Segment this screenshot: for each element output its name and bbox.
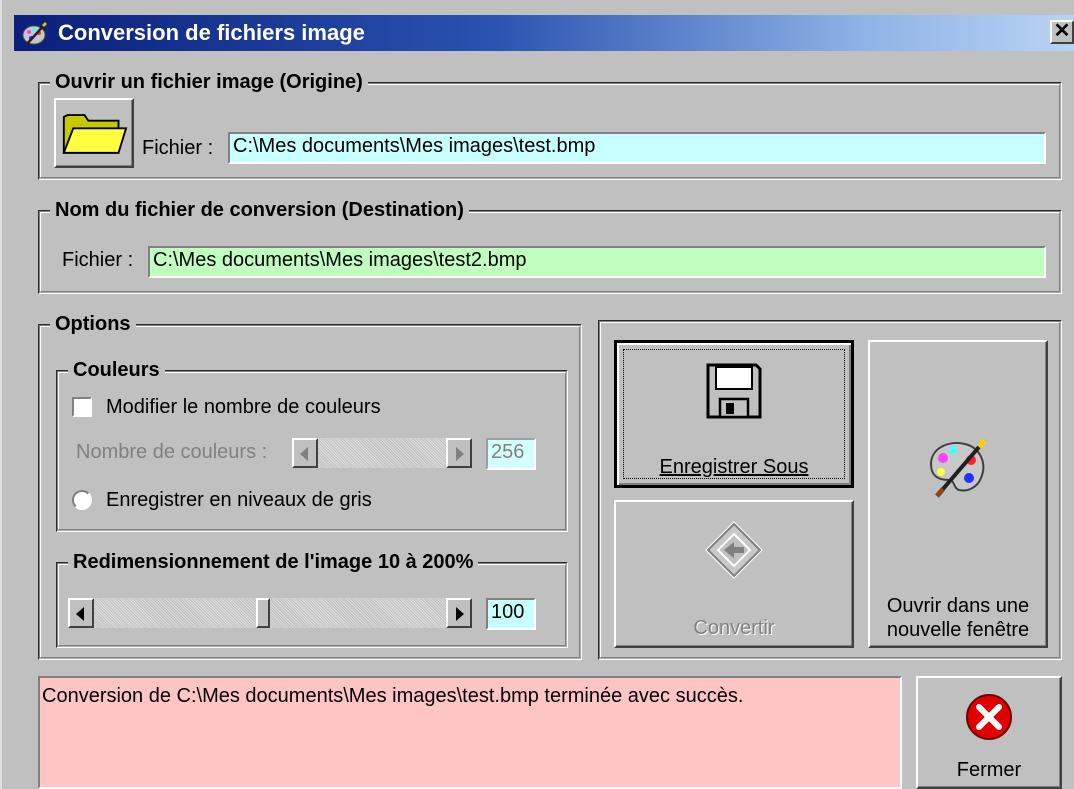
title-bar[interactable]: Conversion de fichiers image ✕ [14, 15, 1074, 51]
fermer-button[interactable]: Fermer [916, 676, 1062, 789]
resize-legend: Redimensionnement de l'image 10 à 200% [68, 550, 479, 574]
grayscale-label[interactable]: Enregistrer en niveaux de gris [106, 488, 372, 512]
color-count-label: Nombre de couleurs : [76, 441, 268, 463]
source-group: Ouvrir un fichier image (Origine) [38, 70, 1062, 180]
close-window-button[interactable]: ✕ [1050, 20, 1074, 44]
color-count-value: 256 [486, 438, 536, 470]
destination-file-input[interactable]: C:\Mes documents\Mes images\test2.bmp [148, 246, 1046, 278]
destination-file-label: Fichier : [62, 249, 134, 271]
palette-brush-icon [929, 438, 987, 498]
convert-button: Convertir [614, 500, 854, 648]
main-window: Conversion de fichiers image ✕ Ouvrir un… [0, 0, 1074, 789]
arrow-right-icon [456, 607, 464, 621]
resize-left-button[interactable] [68, 598, 94, 628]
folder-icon [62, 114, 128, 154]
convert-label: Convertir [693, 617, 775, 639]
arrow-left-icon [300, 447, 308, 461]
close-icon: ✕ [1053, 20, 1071, 42]
floppy-disk-icon [706, 363, 762, 419]
open-file-button[interactable] [54, 98, 134, 168]
arrow-left-icon [76, 607, 84, 621]
open-new-window-label-line1: Ouvrir dans une [886, 595, 1030, 617]
save-as-label: Enregistrer Sous [659, 456, 809, 478]
palette-icon [22, 21, 48, 45]
close-circle-icon [966, 694, 1012, 740]
color-count-left-button[interactable] [292, 438, 318, 468]
source-legend: Ouvrir un fichier image (Origine) [50, 70, 368, 94]
resize-slider-thumb[interactable] [256, 598, 270, 628]
grayscale-radio[interactable] [72, 490, 92, 510]
open-new-window-label-line2: nouvelle fenêtre [886, 619, 1030, 641]
arrow-right-icon [456, 447, 464, 461]
modify-colors-label[interactable]: Modifier le nombre de couleurs [106, 395, 381, 419]
status-message: Conversion de C:\Mes documents\Mes image… [38, 676, 902, 789]
open-new-window-button[interactable]: Ouvrir dans une nouvelle fenêtre [868, 340, 1048, 648]
resize-right-button[interactable] [446, 598, 472, 628]
source-file-input[interactable]: C:\Mes documents\Mes images\test.bmp [228, 132, 1046, 164]
color-count-slider[interactable] [292, 438, 472, 468]
color-count-right-button[interactable] [446, 438, 472, 468]
resize-value-input[interactable]: 100 [486, 598, 536, 630]
colors-legend: Couleurs [68, 358, 165, 382]
save-as-button[interactable]: Enregistrer Sous [614, 340, 854, 488]
fermer-label: Fermer [956, 759, 1022, 781]
resize-slider[interactable] [68, 598, 472, 628]
source-file-label: Fichier : [142, 137, 214, 159]
options-legend: Options [50, 312, 136, 336]
window-title: Conversion de fichiers image [58, 20, 365, 45]
destination-legend: Nom du fichier de conversion (Destinatio… [50, 198, 469, 222]
convert-arrow-icon [705, 521, 763, 579]
modify-colors-checkbox[interactable] [72, 397, 92, 417]
